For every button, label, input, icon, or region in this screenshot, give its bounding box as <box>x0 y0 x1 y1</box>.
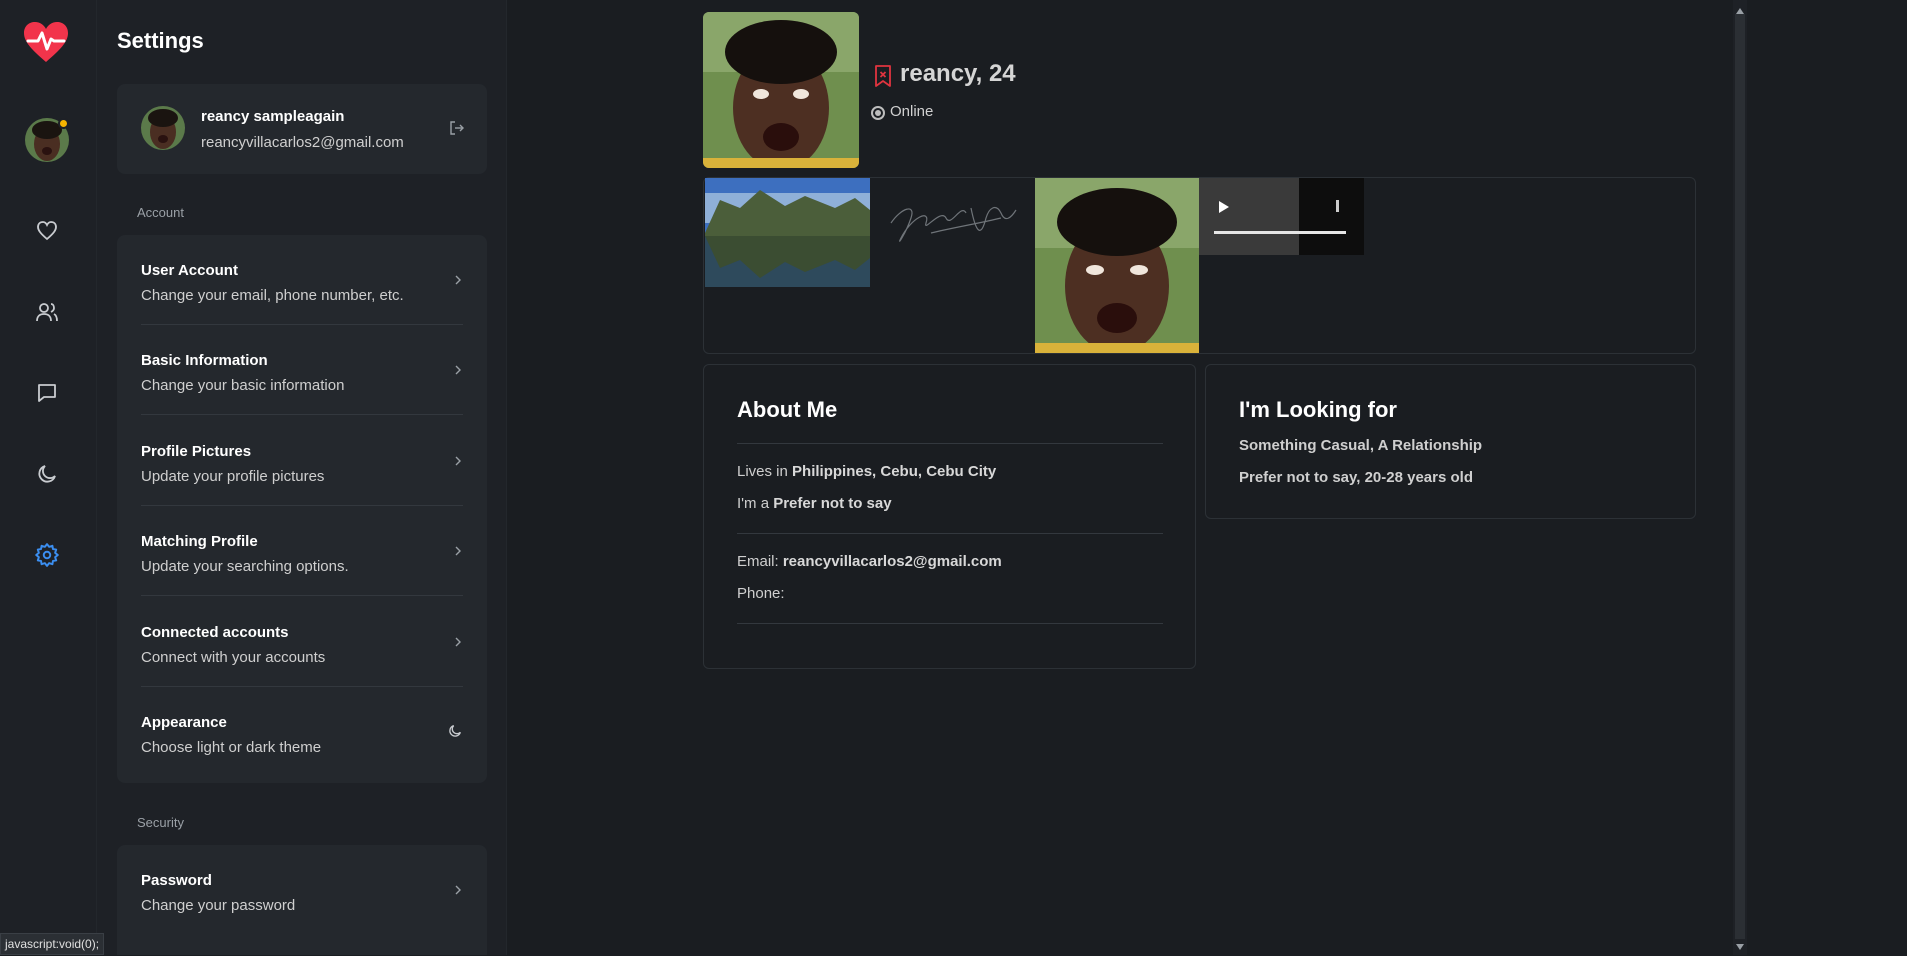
section-label-security: Security <box>137 815 184 830</box>
right-margin <box>1747 0 1907 955</box>
user-card[interactable]: reancy sampleagain reancyvillacarlos2@gm… <box>117 84 487 174</box>
gallery-photo-portrait[interactable] <box>1035 178 1199 353</box>
scrollbar-thumb[interactable] <box>1735 14 1745 939</box>
nav-rail <box>0 0 97 955</box>
menu-item-user-account[interactable]: User Account Change your email, phone nu… <box>141 235 463 325</box>
profile-name-age: reancy, 24 <box>900 60 1016 87</box>
menu-item-title: Connected accounts <box>141 624 289 641</box>
menu-item-password[interactable]: Password Change your password <box>141 845 463 935</box>
about-title: About Me <box>737 397 838 422</box>
lives-in-line: Lives in Philippines, Cebu, Cebu City <box>737 463 997 480</box>
online-status-icon <box>871 106 885 120</box>
section-label-account: Account <box>137 205 184 220</box>
looking-for-card: I'm Looking for Something Casual, A Rela… <box>1205 364 1696 519</box>
gallery-photo-signature[interactable] <box>871 178 1035 287</box>
moon-icon[interactable] <box>24 451 70 497</box>
menu-item-subtitle: Change your basic information <box>141 377 345 394</box>
menu-item-title: Password <box>141 872 212 889</box>
menu-item-subtitle: Choose light or dark theme <box>141 739 322 756</box>
looking-line-1: Something Casual, A Relationship <box>1239 437 1483 454</box>
avatar <box>141 106 185 150</box>
profile-photo[interactable] <box>703 12 859 168</box>
menu-item-subtitle: Update your profile pictures <box>141 468 325 485</box>
phone-line: Phone: <box>737 585 785 602</box>
menu-item-subtitle: Connect with your accounts <box>141 649 326 666</box>
gallery-video[interactable] <box>1199 178 1364 255</box>
user-name: reancy sampleagain <box>201 108 345 125</box>
browser-status-bar: javascript:void(0); <box>0 933 105 955</box>
menu-item-title: Profile Pictures <box>141 443 252 460</box>
scroll-up-arrow[interactable] <box>1735 2 1745 20</box>
menu-item-subtitle: Update your searching options. <box>141 558 349 575</box>
bookmark-icon[interactable] <box>873 64 893 93</box>
looking-title: I'm Looking for <box>1239 397 1397 422</box>
menu-item-title: Matching Profile <box>141 533 258 550</box>
heart-pulse-logo[interactable] <box>22 20 70 64</box>
online-status: Online <box>890 103 934 120</box>
chevron-right-icon <box>453 454 463 472</box>
security-menu: Password Change your password <box>117 845 487 955</box>
users-icon[interactable] <box>24 289 70 335</box>
gallery-photo-landscape[interactable] <box>705 178 870 287</box>
chevron-right-icon <box>453 544 463 562</box>
about-me-card: About Me Lives in Philippines, Cebu, Ceb… <box>703 364 1196 669</box>
menu-item-title: Appearance <box>141 714 227 731</box>
menu-item-connected-accounts[interactable]: Connected accounts Connect with your acc… <box>141 597 463 687</box>
gender-line: I'm a Prefer not to say <box>737 495 892 512</box>
moon-icon <box>447 723 463 744</box>
presence-dot <box>58 118 69 129</box>
menu-item-subtitle: Change your password <box>141 897 296 914</box>
menu-item-title: Basic Information <box>141 352 268 369</box>
menu-item-appearance[interactable]: Appearance Choose light or dark theme <box>141 687 463 777</box>
looking-line-2: Prefer not to say, 20-28 years old <box>1239 469 1473 486</box>
chevron-right-icon <box>453 273 463 291</box>
user-email: reancyvillacarlos2@gmail.com <box>201 134 404 151</box>
email-line: Email: reancyvillacarlos2@gmail.com <box>737 553 1002 570</box>
chevron-right-icon <box>453 883 463 901</box>
menu-item-matching-profile[interactable]: Matching Profile Update your searching o… <box>141 506 463 596</box>
scroll-down-arrow[interactable] <box>1735 938 1745 956</box>
settings-panel: Settings reancy sampleagain reancyvillac… <box>97 0 507 955</box>
logout-icon[interactable] <box>449 120 465 141</box>
heart-icon[interactable] <box>24 208 70 254</box>
menu-item-profile-pictures[interactable]: Profile Pictures Update your profile pic… <box>141 416 463 506</box>
chat-icon[interactable] <box>24 370 70 416</box>
chevron-right-icon <box>453 635 463 653</box>
menu-item-title: User Account <box>141 262 238 279</box>
page-title: Settings <box>117 28 204 53</box>
chevron-right-icon <box>453 363 463 381</box>
gear-icon[interactable] <box>24 532 70 578</box>
menu-item-subtitle: Change your email, phone number, etc. <box>141 287 404 304</box>
account-menu: User Account Change your email, phone nu… <box>117 235 487 783</box>
menu-item-basic-information[interactable]: Basic Information Change your basic info… <box>141 325 463 415</box>
